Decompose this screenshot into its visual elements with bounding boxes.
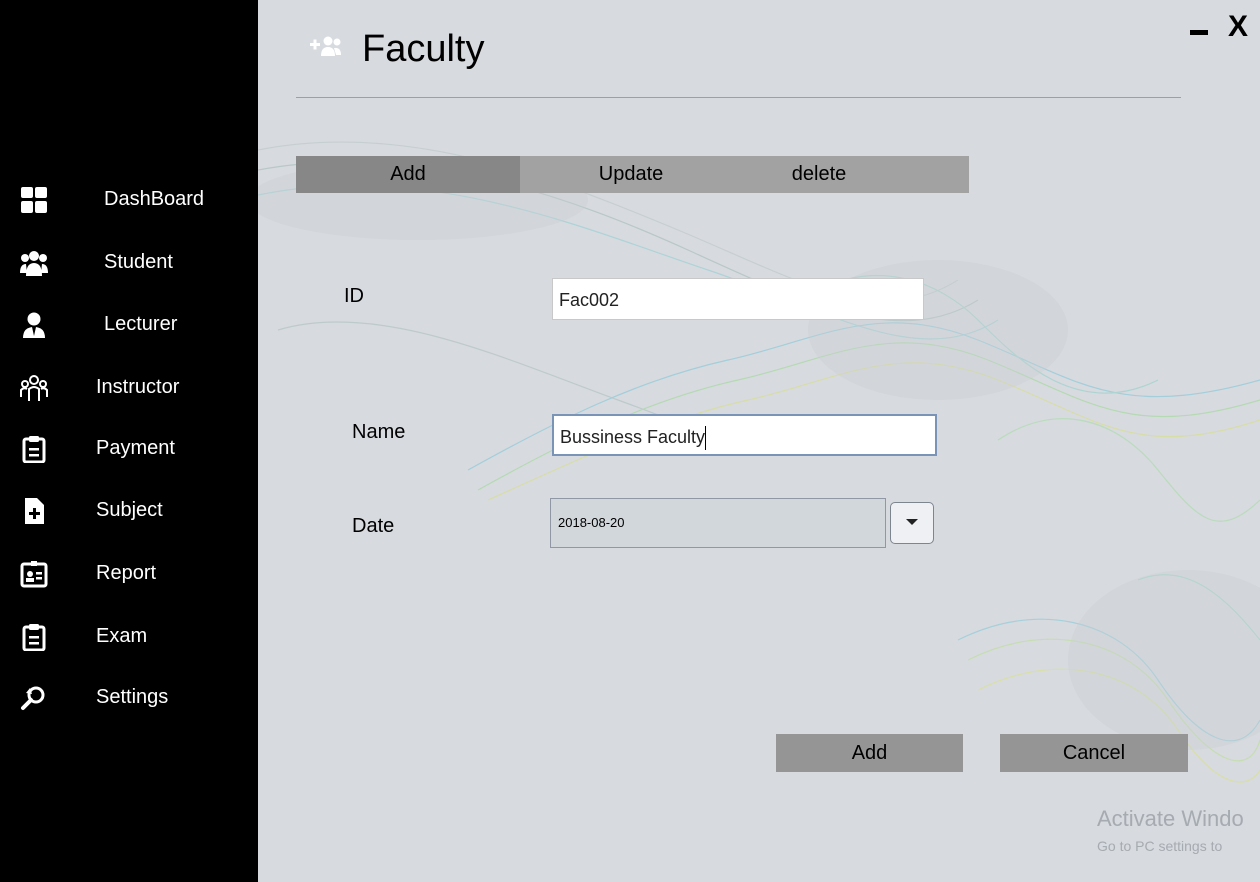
title-divider	[296, 97, 1181, 98]
search-refresh-icon	[21, 686, 45, 710]
tab-delete[interactable]: delete	[742, 156, 896, 193]
page-title: Faculty	[362, 28, 485, 70]
students-group-icon	[20, 251, 48, 276]
tab-add[interactable]: Add	[296, 156, 520, 193]
name-field-value: Bussiness Faculty	[560, 427, 706, 447]
date-picker-button[interactable]	[890, 502, 934, 544]
sidebar-item-subject[interactable]: Subject	[0, 489, 258, 535]
sidebar-item-instructor[interactable]: Instructor	[0, 366, 258, 412]
name-field[interactable]: Bussiness Faculty	[552, 414, 937, 456]
sidebar-item-label: Settings	[96, 686, 169, 708]
sidebar-item-label: Subject	[96, 499, 163, 521]
close-button[interactable]: X	[1228, 10, 1248, 44]
sidebar-item-payment[interactable]: Payment	[0, 427, 258, 473]
sidebar-item-label: Lecturer	[104, 313, 178, 335]
action-tab-bar: Add Update delete	[296, 156, 969, 193]
sidebar-item-label: DashBoard	[104, 188, 205, 210]
dashboard-grid-icon	[21, 187, 47, 213]
minimize-button[interactable]	[1190, 30, 1208, 35]
sidebar-item-label: Exam	[96, 625, 148, 647]
text-caret	[705, 426, 707, 451]
add-button[interactable]: Add	[776, 734, 963, 772]
sidebar-item-label: Instructor	[96, 376, 180, 398]
main-content: Faculty X Add Update delete ID Fac002 Na…	[258, 0, 1260, 882]
date-picker-field[interactable]: 2018-08-20	[550, 498, 886, 548]
sidebar-item-report[interactable]: Report	[0, 552, 258, 598]
sidebar-item-label: Report	[96, 562, 157, 584]
tab-update[interactable]: Update	[520, 156, 742, 193]
cancel-button[interactable]: Cancel	[1000, 734, 1188, 772]
sidebar-item-lecturer[interactable]: Lecturer	[0, 303, 258, 349]
id-card-icon	[20, 561, 48, 588]
clipboard-icon	[22, 436, 46, 463]
id-label: ID	[344, 285, 364, 307]
sidebar-item-label: Payment	[96, 437, 175, 459]
sidebar-item-dashboard[interactable]: DashBoard	[0, 178, 258, 224]
activation-watermark-subtitle: Go to PC settings to	[1097, 838, 1223, 854]
sidebar-item-label: Student	[104, 251, 173, 273]
sidebar-item-settings[interactable]: Settings	[0, 676, 258, 722]
date-label: Date	[352, 515, 395, 537]
sidebar: DashBoard Student Lecturer Instructor Pa…	[0, 0, 258, 882]
lecturer-icon	[23, 312, 45, 338]
name-label: Name	[352, 421, 406, 443]
sidebar-item-student[interactable]: Student	[0, 241, 258, 287]
file-plus-icon	[25, 498, 44, 524]
clipboard-icon	[22, 624, 46, 651]
add-group-icon	[310, 36, 341, 56]
instructor-group-icon	[20, 375, 48, 401]
chevron-down-icon	[906, 519, 918, 525]
sidebar-item-exam[interactable]: Exam	[0, 615, 258, 661]
id-field[interactable]: Fac002	[552, 278, 924, 320]
activation-watermark-title: Activate Windo	[1097, 806, 1244, 831]
